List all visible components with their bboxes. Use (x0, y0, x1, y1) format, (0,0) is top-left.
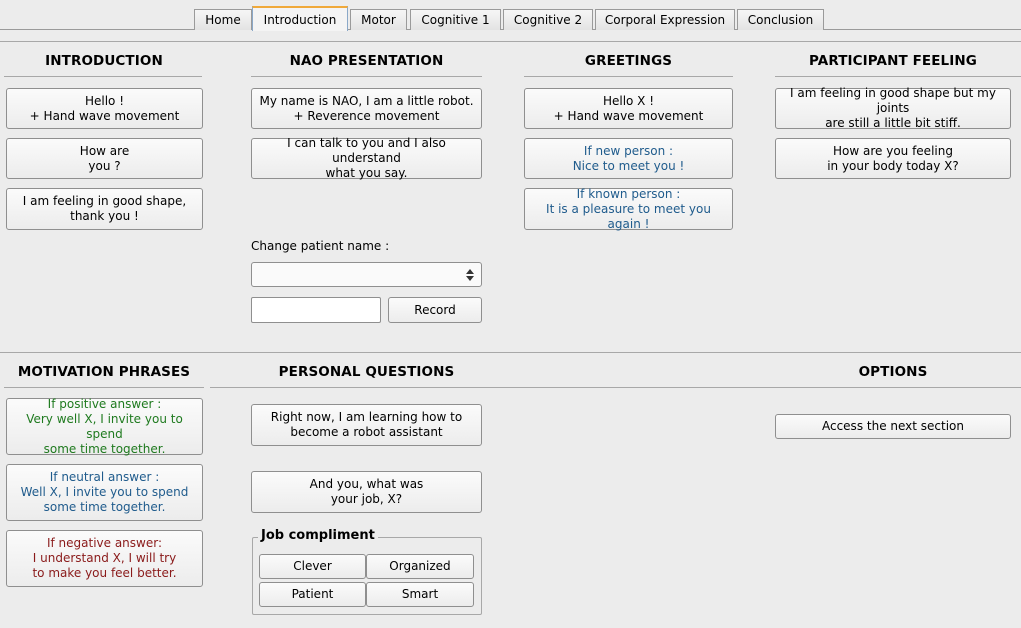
neutral-answer-button[interactable]: If neutral answer : Well X, I invite you… (6, 464, 203, 521)
middle-separator (0, 352, 1021, 353)
nao-presentation-separator (251, 76, 482, 77)
hello-hand-wave-button[interactable]: Hello ! + Hand wave movement (6, 88, 203, 129)
learning-robot-assistant-button[interactable]: Right now, I am learning how to become a… (251, 404, 482, 446)
greetings-separator (524, 76, 733, 77)
tab-corporal-expression[interactable]: Corporal Expression (595, 9, 735, 30)
nao-introduce-button[interactable]: My name is NAO, I am a little robot. + R… (251, 88, 482, 129)
patient-name-input[interactable] (251, 297, 381, 323)
change-patient-name-label: Change patient name : (251, 239, 390, 253)
motivation-phrases-title: MOTIVATION PHRASES (17, 364, 191, 380)
patient-button[interactable]: Patient (259, 582, 366, 607)
top-separator (0, 41, 1021, 42)
tab-cognitive-2[interactable]: Cognitive 2 (503, 9, 593, 30)
tab-home[interactable]: Home (194, 9, 252, 30)
feeling-good-shape-button[interactable]: I am feeling in good shape, thank you ! (6, 188, 203, 230)
tab-introduction[interactable]: Introduction (252, 6, 348, 31)
how-are-you-button[interactable]: How are you ? (6, 138, 203, 179)
introduction-separator (4, 76, 202, 77)
tab-cognitive-1[interactable]: Cognitive 1 (410, 9, 501, 30)
motivation-phrases-separator (4, 387, 204, 388)
introduction-title: INTRODUCTION (45, 53, 163, 69)
organized-button[interactable]: Organized (366, 554, 474, 579)
new-person-button[interactable]: If new person : Nice to meet you ! (524, 138, 733, 179)
nao-understand-button[interactable]: I can talk to you and I also understand … (251, 136, 482, 180)
options-separator (775, 387, 1021, 388)
participant-feeling-title: PARTICIPANT FEELING (809, 53, 977, 69)
tab-conclusion[interactable]: Conclusion (737, 9, 824, 30)
participant-feeling-separator (775, 76, 1021, 77)
job-compliment-title: Job compliment (258, 528, 378, 543)
negative-answer-button[interactable]: If negative answer: I understand X, I wi… (6, 530, 203, 587)
positive-answer-button[interactable]: If positive answer : Very well X, I invi… (6, 397, 203, 456)
access-next-section-button[interactable]: Access the next section (775, 414, 1011, 439)
nao-presentation-title: NAO PRESENTATION (289, 53, 444, 69)
record-button[interactable]: Record (388, 297, 482, 323)
personal-questions-title: PERSONAL QUESTIONS (278, 364, 455, 380)
how-feeling-body-button[interactable]: How are you feeling in your body today X… (775, 138, 1011, 179)
personal-questions-separator (210, 387, 775, 388)
tab-motor[interactable]: Motor (350, 9, 407, 30)
clever-button[interactable]: Clever (259, 554, 366, 579)
joints-stiff-button[interactable]: I am feeling in good shape but my joints… (775, 86, 1011, 130)
options-title: OPTIONS (858, 364, 928, 380)
known-person-button[interactable]: If known person : It is a pleasure to me… (524, 187, 733, 231)
what-was-your-job-button[interactable]: And you, what was your job, X? (251, 471, 482, 513)
greetings-title: GREETINGS (584, 53, 673, 69)
patient-name-select[interactable] (251, 262, 482, 287)
select-updown-icon[interactable] (459, 263, 481, 286)
smart-button[interactable]: Smart (366, 582, 474, 607)
hello-x-button[interactable]: Hello X ! + Hand wave movement (524, 88, 733, 129)
